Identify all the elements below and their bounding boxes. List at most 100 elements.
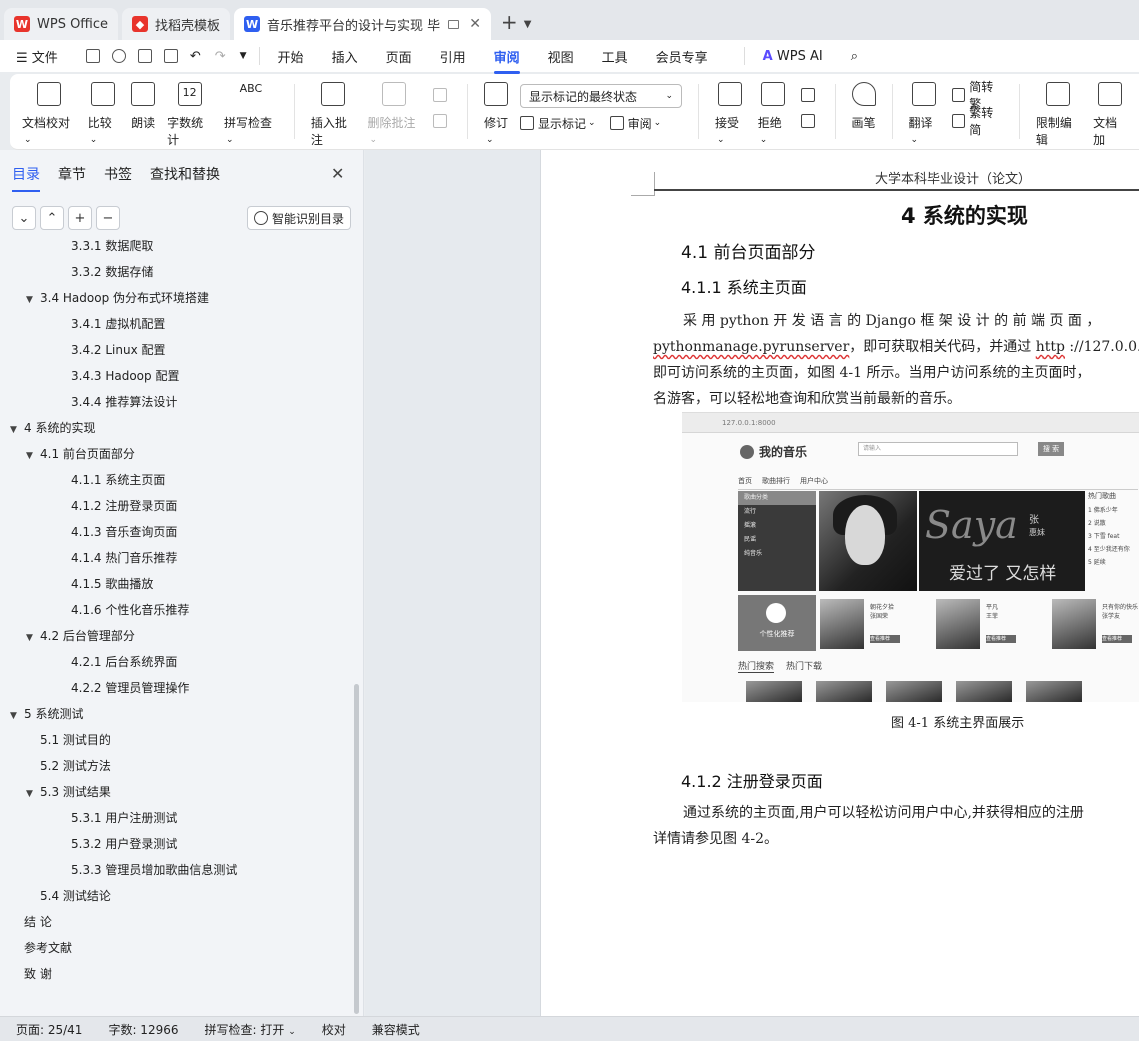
- collapse-caret-icon[interactable]: ▼: [10, 706, 24, 726]
- spell-check-status[interactable]: 拼写检查: 打开 ⌄: [205, 1021, 296, 1038]
- toc-item[interactable]: 3.4.4 推荐算法设计: [71, 392, 177, 412]
- nav-tab-find-replace[interactable]: 查找和替换: [150, 164, 220, 184]
- nav-tab-bookmarks[interactable]: 书签: [104, 164, 132, 184]
- nav-tab-toc[interactable]: 目录: [12, 164, 40, 192]
- new-tab-icon[interactable]: +: [501, 10, 518, 34]
- close-tab-icon[interactable]: ✕: [469, 16, 481, 32]
- print-icon[interactable]: [137, 49, 152, 63]
- toc-item[interactable]: 5.3.3 管理员增加歌曲信息测试: [71, 860, 237, 880]
- review-pane-button[interactable]: 审阅 ⌄: [609, 110, 661, 136]
- share-icon[interactable]: [111, 49, 126, 63]
- tab-docer-templates[interactable]: ◆ 找稻壳模板: [122, 8, 231, 40]
- figure-screenshot[interactable]: 127.0.0.1:8000 我的音乐 请输入 搜 索 首页 歌曲排行 用户中心 歌…: [682, 412, 1139, 702]
- move-down-icon[interactable]: ⌄: [12, 206, 36, 230]
- collapse-caret-icon[interactable]: ▼: [26, 628, 40, 648]
- page-indicator[interactable]: 页面: 25/41: [16, 1021, 82, 1038]
- menu-tools[interactable]: 工具: [602, 47, 628, 66]
- doc-protect-button[interactable]: 文档加: [1093, 82, 1127, 148]
- remove-icon[interactable]: −: [96, 206, 120, 230]
- add-icon[interactable]: +: [68, 206, 92, 230]
- move-up-icon[interactable]: ⌃: [40, 206, 64, 230]
- collapse-caret-icon[interactable]: ▼: [26, 290, 40, 310]
- minimize-tab-icon[interactable]: [448, 19, 460, 29]
- prev-comment-icon[interactable]: [433, 88, 448, 102]
- menu-references[interactable]: 引用: [440, 47, 466, 66]
- word-count-button[interactable]: 12 字数统计: [167, 82, 212, 148]
- close-icon[interactable]: ✕: [331, 164, 344, 183]
- toc-item[interactable]: 4.1.3 音乐查询页面: [71, 522, 177, 542]
- toc-item[interactable]: ▼ 5.3 测试结果: [26, 782, 111, 802]
- menu-view[interactable]: 视图: [548, 47, 574, 66]
- menu-review[interactable]: 审阅: [493, 47, 520, 74]
- undo-icon[interactable]: ↶: [190, 49, 201, 64]
- menu-insert[interactable]: 插入: [332, 47, 358, 66]
- print-preview-icon[interactable]: [163, 49, 178, 63]
- menu-member[interactable]: 会员专享: [656, 47, 708, 66]
- reject-button[interactable]: 拒绝⌄: [758, 82, 789, 145]
- document-page[interactable]: 大学本科毕业设计（论文） 4 系统的实现 4.1 前台页面部分 4.1.1 系统…: [540, 150, 1139, 1016]
- toc-item[interactable]: 4.2.2 管理员管理操作: [71, 678, 189, 698]
- toc-item[interactable]: 5.3.1 用户注册测试: [71, 808, 177, 828]
- toc-item[interactable]: 5.3.2 用户登录测试: [71, 834, 177, 854]
- toc-item[interactable]: ▼ 4.1 前台页面部分: [26, 444, 135, 464]
- to-simplified-button[interactable]: 繁转简: [952, 106, 1003, 137]
- restrict-edit-button[interactable]: 限制编辑: [1036, 82, 1081, 148]
- toc-item[interactable]: 结 论: [24, 912, 52, 932]
- toc-item[interactable]: 参考文献: [24, 938, 72, 958]
- toc-item[interactable]: 4.1.5 歌曲播放: [71, 574, 153, 594]
- toc-item[interactable]: 3.4.2 Linux 配置: [71, 340, 166, 360]
- word-count-indicator[interactable]: 字数: 12966: [108, 1021, 178, 1038]
- proof-status[interactable]: 校对: [322, 1021, 346, 1038]
- search-icon[interactable]: ⌕: [851, 49, 858, 64]
- toc-item[interactable]: 4.1.2 注册登录页面: [71, 496, 177, 516]
- toc-item[interactable]: ▼ 4.2 后台管理部分: [26, 626, 135, 646]
- toc-item[interactable]: 3.3.1 数据爬取: [71, 238, 153, 256]
- translate-button[interactable]: 翻译⌄: [908, 82, 940, 145]
- markup-state-select[interactable]: 显示标记的最终状态 ⌄: [520, 84, 683, 108]
- toc-item[interactable]: 致 谢: [24, 964, 52, 984]
- file-menu[interactable]: ☰ 文件: [16, 47, 58, 66]
- spell-check-button[interactable]: ABC 拼写检查⌄: [224, 82, 278, 145]
- redo-icon[interactable]: ↷: [215, 49, 226, 64]
- toc-item[interactable]: 5.1 测试目的: [40, 730, 111, 750]
- save-icon[interactable]: [85, 49, 100, 63]
- tab-wps-office[interactable]: W WPS Office: [4, 8, 119, 40]
- delete-comment-button[interactable]: 删除批注⌄: [368, 82, 422, 145]
- wps-ai-button[interactable]: A WPS AI: [763, 49, 823, 64]
- accept-button[interactable]: 接受⌄: [715, 82, 746, 145]
- toc-item[interactable]: ▼ 4 系统的实现: [10, 418, 95, 438]
- smart-toc-button[interactable]: 智能识别目录: [247, 206, 352, 230]
- toc-item[interactable]: 5.2 测试方法: [40, 756, 111, 776]
- toc-item[interactable]: 4.2.1 后台系统界面: [71, 652, 177, 672]
- menu-start[interactable]: 开始: [278, 47, 304, 66]
- nav-tab-sections[interactable]: 章节: [58, 164, 86, 184]
- toc-scrollbar[interactable]: [354, 684, 359, 1014]
- tab-current-document[interactable]: W 音乐推荐平台的设计与实现 毕 ✕: [234, 8, 491, 40]
- toc-item[interactable]: 4.1.6 个性化音乐推荐: [71, 600, 189, 620]
- insert-comment-button[interactable]: 插入批注: [311, 82, 356, 148]
- toc-item[interactable]: 4.1.1 系统主页面: [71, 470, 165, 490]
- collapse-caret-icon[interactable]: ▼: [26, 446, 40, 466]
- menu-page[interactable]: 页面: [386, 47, 412, 66]
- prev-change-icon[interactable]: [800, 88, 815, 102]
- doc-compare-button[interactable]: 文档校对⌄: [22, 82, 76, 145]
- show-markup-button[interactable]: 显示标记 ⌄: [520, 110, 596, 136]
- misspelled-word[interactable]: http: [1036, 339, 1065, 355]
- compare-button[interactable]: 比较⌄: [88, 82, 119, 145]
- revise-button[interactable]: 修订⌄: [484, 82, 508, 145]
- next-change-icon[interactable]: [800, 114, 815, 128]
- read-aloud-button[interactable]: 朗读: [131, 82, 155, 131]
- next-comment-icon[interactable]: [433, 114, 448, 128]
- collapse-caret-icon[interactable]: ▼: [26, 784, 40, 804]
- toc-item[interactable]: 3.4.3 Hadoop 配置: [71, 366, 179, 386]
- toc-item[interactable]: 3.3.2 数据存储: [71, 262, 153, 282]
- chevron-down-icon[interactable]: ▼: [524, 19, 532, 30]
- misspelled-word[interactable]: pythonmanage.pyrunserver: [653, 339, 849, 355]
- toc-item[interactable]: 5.4 测试结论: [40, 886, 111, 906]
- toc-item[interactable]: 3.4.1 虚拟机配置: [71, 314, 165, 334]
- toc-item[interactable]: ▼ 5 系统测试: [10, 704, 83, 724]
- toc-item[interactable]: ▼ 3.4 Hadoop 伪分布式环境搭建: [26, 288, 209, 308]
- pen-button[interactable]: 画笔: [851, 82, 876, 131]
- collapse-caret-icon[interactable]: ▼: [10, 420, 24, 440]
- toc-item[interactable]: 4.1.4 热门音乐推荐: [71, 548, 177, 568]
